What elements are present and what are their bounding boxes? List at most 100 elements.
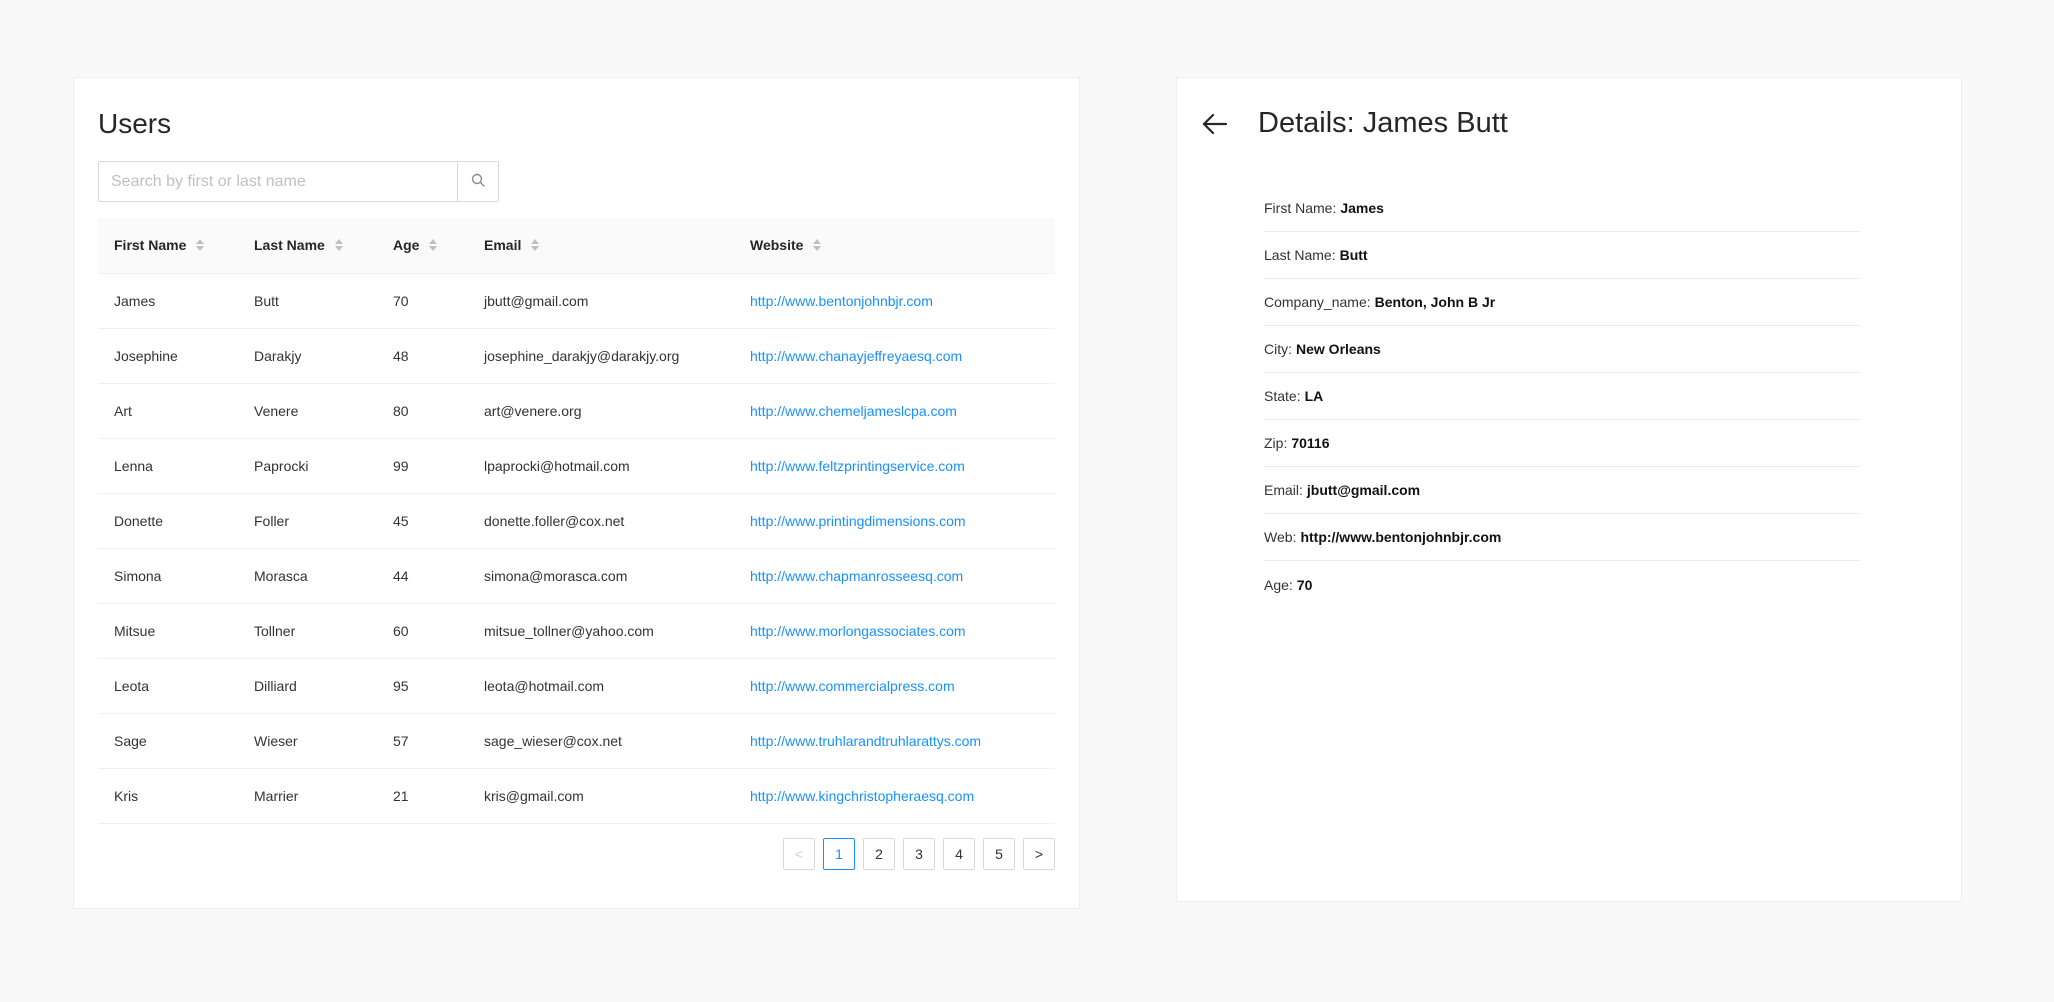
column-header[interactable]: First Name [98, 218, 238, 274]
last-name-cell: Venere [238, 383, 377, 439]
last-name-cell: Tollner [238, 603, 377, 659]
last-name-cell: Darakjy [238, 328, 377, 384]
website-cell: http://www.chemeljameslcpa.com [734, 383, 1055, 439]
detail-label: Age: [1264, 576, 1293, 593]
sort-icon[interactable] [429, 239, 438, 252]
age-cell: 44 [377, 548, 468, 604]
search-bar [98, 161, 499, 202]
search-input[interactable] [99, 162, 457, 201]
website-cell: http://www.commercialpress.com [734, 658, 1055, 714]
pagination-page-3[interactable]: 3 [903, 838, 935, 870]
details-list: First Name: James Last Name: Butt Company_na… [1264, 185, 1860, 608]
column-header[interactable]: Website [734, 218, 1055, 274]
search-button[interactable] [457, 162, 498, 201]
sort-icon[interactable] [813, 239, 822, 252]
detail-value: 70116 [1291, 435, 1330, 451]
detail-item: Web: http://www.bentonjohnbjr.com [1264, 514, 1860, 561]
table-row[interactable]: Mitsue Tollner 60 mitsue_tollner@yahoo.com h… [98, 603, 1055, 659]
detail-value: LA [1304, 388, 1324, 404]
detail-label: Last Name: [1264, 247, 1336, 263]
age-cell: 99 [377, 438, 468, 494]
table-row[interactable]: Donette Foller 45 donette.foller@cox.net htt… [98, 493, 1055, 549]
column-header[interactable]: Email [468, 218, 734, 274]
website-link[interactable]: http://www.chanayjeffreyaesq.com [750, 348, 962, 364]
detail-label: Company_name: [1264, 294, 1371, 310]
detail-item: Company_name: Benton, John B Jr [1264, 279, 1860, 326]
detail-item: State: LA [1264, 373, 1860, 420]
website-cell: http://www.chanayjeffreyaesq.com [734, 328, 1055, 384]
detail-item: City: New Orleans [1264, 326, 1860, 373]
table-row[interactable]: Sage Wieser 57 sage_wieser@cox.net http://ww… [98, 713, 1055, 769]
first-name-cell: Josephine [98, 328, 238, 384]
email-cell: sage_wieser@cox.net [468, 713, 734, 769]
pagination-prev-button[interactable]: < [783, 838, 815, 870]
detail-value: Butt [1339, 247, 1368, 263]
website-link[interactable]: http://www.truhlarandtruhlarattys.com [750, 733, 981, 749]
detail-item: Age: 70 [1264, 561, 1860, 608]
first-name-cell: Mitsue [98, 603, 238, 659]
sort-icon[interactable] [334, 239, 343, 252]
age-cell: 60 [377, 603, 468, 659]
email-cell: mitsue_tollner@yahoo.com [468, 603, 734, 659]
users-panel: Users First Name Last Name Age Email Website… [73, 77, 1080, 909]
last-name-cell: Paprocki [238, 438, 377, 494]
detail-value: jbutt@gmail.com [1306, 482, 1421, 498]
back-button[interactable] [1199, 110, 1231, 142]
website-cell: http://www.truhlarandtruhlarattys.com [734, 713, 1055, 769]
first-name-cell: Donette [98, 493, 238, 549]
website-cell: http://www.chapmanrosseesq.com [734, 548, 1055, 604]
age-cell: 95 [377, 658, 468, 714]
detail-value: Benton, John B Jr [1374, 294, 1496, 310]
first-name-cell: Sage [98, 713, 238, 769]
pagination-page-5[interactable]: 5 [983, 838, 1015, 870]
last-name-cell: Wieser [238, 713, 377, 769]
age-cell: 45 [377, 493, 468, 549]
last-name-cell: Butt [238, 273, 377, 329]
pagination-page-2[interactable]: 2 [863, 838, 895, 870]
email-cell: art@venere.org [468, 383, 734, 439]
table-row[interactable]: Art Venere 80 art@venere.org http://www.chem… [98, 383, 1055, 439]
table-row[interactable]: Kris Marrier 21 kris@gmail.com http://www.ki… [98, 768, 1055, 824]
table-row[interactable]: Josephine Darakjy 48 josephine_darakjy@dara… [98, 328, 1055, 384]
sort-icon[interactable] [531, 239, 540, 252]
website-link[interactable]: http://www.morlongassociates.com [750, 623, 966, 639]
website-cell: http://www.printingdimensions.com [734, 493, 1055, 549]
arrow-left-icon [1202, 113, 1228, 140]
column-header-label: First Name [114, 237, 187, 254]
last-name-cell: Foller [238, 493, 377, 549]
website-link[interactable]: http://www.chemeljameslcpa.com [750, 403, 957, 419]
table-row[interactable]: Lenna Paprocki 99 lpaprocki@hotmail.com http… [98, 438, 1055, 494]
pagination-page-1[interactable]: 1 [823, 838, 855, 870]
column-header[interactable]: Age [377, 218, 468, 274]
email-cell: jbutt@gmail.com [468, 273, 734, 329]
website-link[interactable]: http://www.bentonjohnbjr.com [750, 293, 933, 309]
search-icon [471, 173, 485, 190]
first-name-cell: Simona [98, 548, 238, 604]
first-name-cell: James [98, 273, 238, 329]
pagination-page-4[interactable]: 4 [943, 838, 975, 870]
column-header[interactable]: Last Name [238, 218, 377, 274]
age-cell: 48 [377, 328, 468, 384]
table-header-row: First Name Last Name Age Email Website [98, 218, 1055, 274]
age-cell: 80 [377, 383, 468, 439]
detail-item: Last Name: Butt [1264, 232, 1860, 279]
website-link[interactable]: http://www.commercialpress.com [750, 678, 955, 694]
website-link[interactable]: http://www.kingchristopheraesq.com [750, 788, 974, 804]
first-name-cell: Leota [98, 658, 238, 714]
table-row[interactable]: James Butt 70 jbutt@gmail.com http://www.ben… [98, 273, 1055, 329]
pagination-next-button[interactable]: > [1023, 838, 1055, 870]
website-link[interactable]: http://www.chapmanrosseesq.com [750, 568, 963, 584]
pagination: <1 2 3 4 5 > [783, 838, 1055, 870]
age-cell: 21 [377, 768, 468, 824]
email-cell: leota@hotmail.com [468, 658, 734, 714]
website-link[interactable]: http://www.feltzprintingservice.com [750, 458, 965, 474]
detail-label: First Name: [1264, 200, 1337, 216]
website-cell: http://www.kingchristopheraesq.com [734, 768, 1055, 824]
sort-icon[interactable] [196, 239, 205, 252]
website-link[interactable]: http://www.printingdimensions.com [750, 513, 966, 529]
column-header-label: Age [393, 237, 420, 254]
detail-label: City: [1264, 341, 1292, 357]
table-row[interactable]: Simona Morasca 44 simona@morasca.com http://… [98, 548, 1055, 604]
table-row[interactable]: Leota Dilliard 95 leota@hotmail.com http://w… [98, 658, 1055, 714]
detail-item: First Name: James [1264, 185, 1860, 232]
